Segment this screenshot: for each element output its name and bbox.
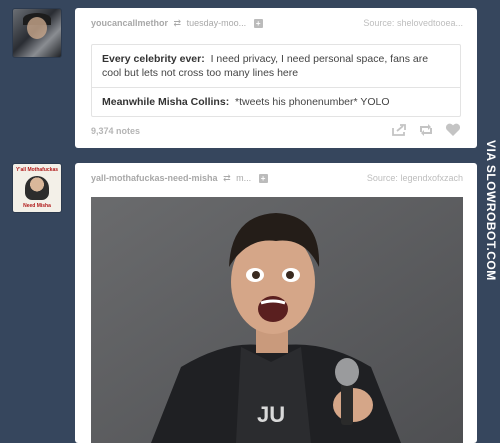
- avatar-youcancallmethor[interactable]: [12, 8, 62, 58]
- avatar-figure: [25, 176, 49, 200]
- blog-name-link[interactable]: youcancallmethor: [91, 18, 168, 28]
- post-header: yall-mothafuckas-need-misha ⇄ m... + Sou…: [91, 173, 463, 187]
- post-actions: [391, 123, 461, 142]
- share-icon[interactable]: [391, 123, 407, 142]
- post-header: youcancallmethor ⇄ tuesday-moo... + Sour…: [91, 18, 463, 32]
- source-link[interactable]: Source: shelovedtooea...: [363, 18, 463, 28]
- post-photo[interactable]: JU: [91, 197, 463, 443]
- avatar-caption-top: Y'all Mothafuckas: [15, 167, 59, 173]
- chat-speaker: Meanwhile Misha Collins:: [102, 96, 230, 108]
- reblog-icon[interactable]: [418, 123, 434, 142]
- post-card: youcancallmethor ⇄ tuesday-moo... + Sour…: [75, 8, 477, 148]
- reblog-icon: ⇄: [223, 173, 231, 183]
- chat-quote: Every celebrity ever: I need privacy, I …: [91, 44, 461, 117]
- blog-name-link[interactable]: yall-mothafuckas-need-misha: [91, 173, 218, 183]
- source-label: Source:: [363, 18, 395, 28]
- notes-count[interactable]: 9,374 notes: [91, 126, 140, 136]
- source-name: legendxofxzach: [400, 173, 463, 183]
- watermark: VIA SLOWROBOT.COM: [484, 140, 498, 281]
- like-icon[interactable]: [445, 123, 461, 142]
- chat-line: Meanwhile Misha Collins: *tweets his pho…: [92, 87, 460, 116]
- avatar-yall-mothafuckas-need-misha[interactable]: Y'all Mothafuckas Need Misha: [12, 163, 62, 213]
- source-link[interactable]: Source: legendxofxzach: [367, 173, 463, 183]
- reblogged-from-link[interactable]: m...: [236, 173, 251, 183]
- source-name: shelovedtooea...: [396, 18, 463, 28]
- chat-line: Every celebrity ever: I need privacy, I …: [92, 45, 460, 87]
- svg-text:JU: JU: [257, 402, 285, 427]
- chat-speaker: Every celebrity ever:: [102, 53, 205, 65]
- post-card: yall-mothafuckas-need-misha ⇄ m... + Sou…: [75, 163, 477, 443]
- source-label: Source:: [366, 173, 398, 183]
- reblogged-from-link[interactable]: tuesday-moo...: [187, 18, 247, 28]
- follow-plus-icon[interactable]: +: [258, 174, 268, 184]
- chat-text: *tweets his phonenumber* YOLO: [235, 96, 390, 108]
- avatar-face: [27, 17, 47, 39]
- avatar-caption-bottom: Need Misha: [23, 203, 51, 209]
- photo-illustration: JU: [91, 197, 463, 443]
- reblog-icon: ⇄: [173, 18, 182, 28]
- follow-plus-icon[interactable]: +: [253, 19, 263, 29]
